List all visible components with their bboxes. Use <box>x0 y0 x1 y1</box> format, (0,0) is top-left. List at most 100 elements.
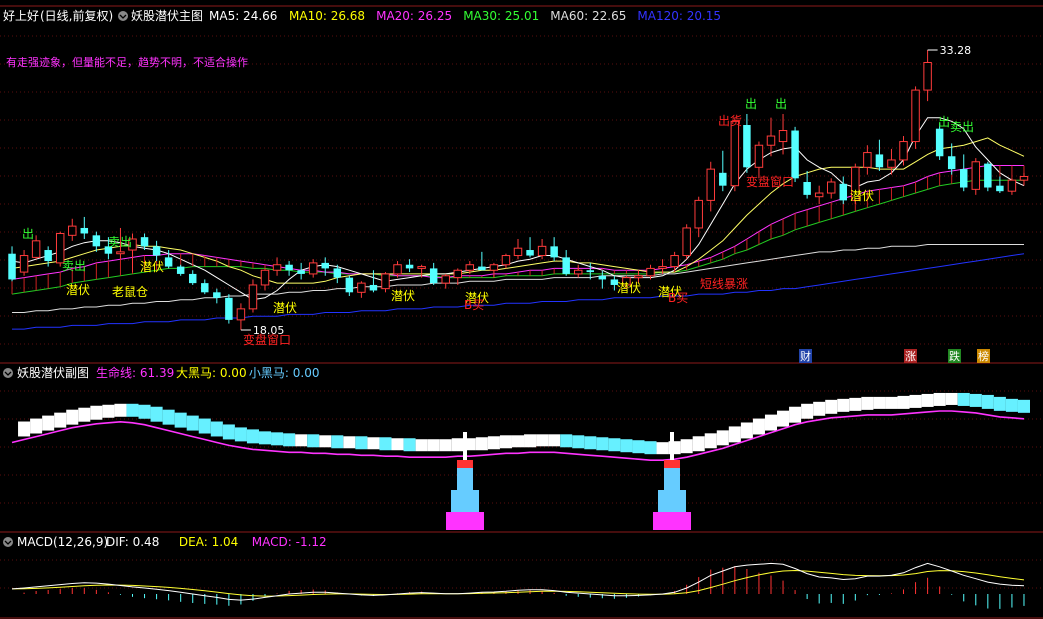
candle <box>947 143 956 175</box>
lifeline-block <box>909 394 922 408</box>
sub-header: 妖股潜伏副图 生命线: 61.39 大黑马: 0.00 小黑马: 0.00 <box>3 365 319 380</box>
candle-body <box>562 257 570 274</box>
event-badge[interactable]: 财 <box>799 349 812 363</box>
main-plot: 33.2818.05 <box>8 44 1029 337</box>
lifeline-block <box>198 418 211 434</box>
legend-item: 生命线: 61.39 <box>96 365 174 380</box>
signal-label: 潜伏 <box>140 260 164 274</box>
lifeline-block <box>367 437 380 450</box>
candle <box>719 150 727 192</box>
candle-body <box>465 264 475 271</box>
candle-body <box>369 284 378 291</box>
lifeline-block <box>18 421 31 437</box>
candle-body <box>225 297 233 320</box>
candle-body <box>8 253 16 280</box>
candle <box>345 275 354 296</box>
event-badge[interactable]: 跌 <box>948 349 961 363</box>
lifeline-block <box>728 426 741 443</box>
candle-body <box>682 227 691 257</box>
lifeline-block <box>536 434 549 447</box>
chart-canvas[interactable]: 好上好 (日线,前复权) 妖股潜伏主图 MA5: 24.66 MA10: 26.6… <box>0 0 1043 619</box>
signal-label: 潜伏 <box>273 301 297 315</box>
candle <box>405 259 414 273</box>
collapse-icon[interactable] <box>118 11 128 21</box>
candle <box>92 231 101 252</box>
lifeline-block <box>174 412 187 428</box>
tower-spike <box>670 432 674 460</box>
signal-label: 出 <box>775 97 787 111</box>
lifeline-block <box>825 399 838 414</box>
tower-cap <box>457 460 473 468</box>
lifeline-block <box>752 418 765 435</box>
lifeline-block <box>427 439 440 452</box>
candle-body <box>586 270 595 273</box>
lifeline-block <box>246 429 259 444</box>
sub-plot <box>11 392 1030 530</box>
lifeline-block <box>331 435 344 449</box>
badge-text: 涨 <box>905 350 916 363</box>
lifeline-block <box>801 403 814 419</box>
lifeline-block <box>102 404 115 418</box>
collapse-icon[interactable] <box>3 368 13 378</box>
event-badge[interactable]: 涨 <box>904 349 917 363</box>
candle <box>441 273 450 289</box>
candle <box>501 253 511 269</box>
lifeline-block <box>921 393 934 407</box>
candle <box>743 113 751 173</box>
lifeline-block <box>692 436 705 452</box>
candle-body <box>201 283 209 293</box>
signal-label: 卖出 <box>62 259 86 273</box>
lifeline-block <box>1017 399 1030 413</box>
signal-label: 变盘窗口 <box>243 332 291 347</box>
high-price-label: 33.28 <box>940 44 972 57</box>
lifeline-block <box>439 439 452 452</box>
signal-label: 短线暴涨 <box>700 276 748 291</box>
candle <box>260 268 270 291</box>
signal-label: 老鼠仓 <box>112 285 148 299</box>
candle <box>996 176 1004 194</box>
collapse-icon[interactable] <box>3 537 13 547</box>
signal-label: 潜伏 <box>850 189 874 203</box>
lifeline-block <box>54 412 67 428</box>
lifeline-block <box>548 434 561 447</box>
lifeline-block <box>885 396 898 409</box>
candle-body <box>960 169 968 188</box>
lifeline-block <box>716 430 729 446</box>
legend-item: MA60: 22.65 <box>550 9 626 23</box>
candle-body <box>887 159 896 168</box>
candle-body <box>489 264 499 271</box>
candle-body <box>321 262 329 269</box>
lifeline-block <box>511 435 525 448</box>
candle-body <box>188 273 197 284</box>
candle-body <box>308 262 318 275</box>
legend-item: DIF: 0.48 <box>106 535 159 549</box>
event-badge[interactable]: 榜 <box>977 349 990 363</box>
lifeline-block <box>873 396 886 409</box>
candle-body <box>778 130 788 143</box>
signal-labels: 出卖出卖出潜伏潜伏老鼠仓潜伏变盘窗口潜伏 潜伏B买潜伏 潜伏B买短线暴涨变盘窗口出出… <box>22 97 974 347</box>
candle-body <box>1007 179 1017 192</box>
lifeline-block <box>813 401 826 416</box>
candle-body <box>478 266 486 271</box>
candle <box>381 272 390 293</box>
candle <box>911 86 920 149</box>
candle <box>598 270 607 289</box>
candle <box>19 250 29 276</box>
legend-item: MA10: 26.68 <box>289 9 365 23</box>
event-badges[interactable]: 财涨跌榜 <box>799 349 990 363</box>
trend-comment: 有走强迹象，但量能不足，趋势不明，不适合操作 <box>6 55 248 69</box>
lifeline-block <box>451 438 464 452</box>
candle-body <box>899 141 908 161</box>
candle-body <box>574 269 583 275</box>
candle-body <box>68 225 77 236</box>
candle-body <box>947 156 956 170</box>
candle <box>960 154 968 192</box>
lifeline-block <box>283 433 296 447</box>
sub-legend: 生命线: 61.39 大黑马: 0.00 小黑马: 0.00 <box>96 365 319 380</box>
candle-body <box>417 266 426 269</box>
candle <box>513 238 523 260</box>
panel-frames <box>0 5 1043 619</box>
tower-block <box>451 490 479 512</box>
lifeline-block <box>777 410 790 427</box>
candle <box>321 257 329 276</box>
